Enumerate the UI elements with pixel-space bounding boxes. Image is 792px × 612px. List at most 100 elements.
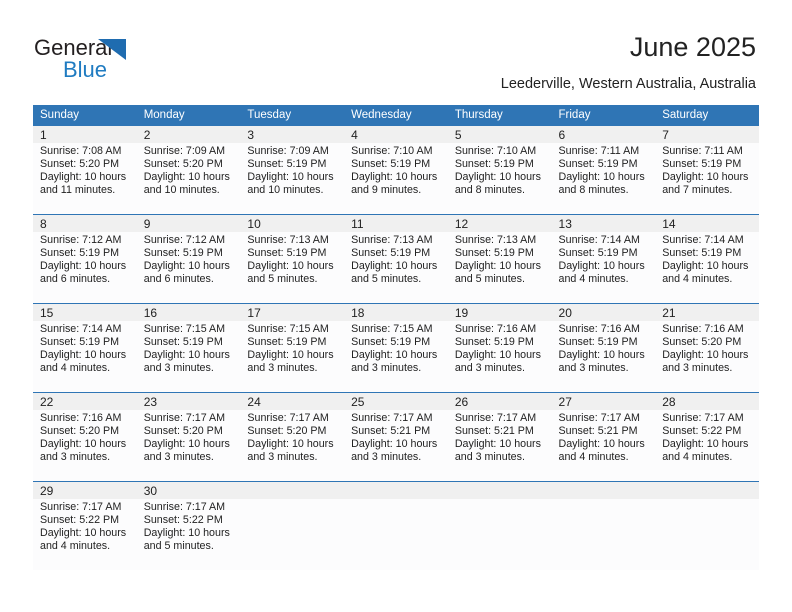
sunset-text: Sunset: 5:20 PM: [143, 157, 223, 170]
logo-text-blue: Blue: [63, 57, 108, 82]
daylight-text: Daylight: 10 hours and 8 minutes.: [558, 170, 645, 196]
day-details: Sunrise: 7:17 AM Sunset: 5:22 PM Daylight:…: [137, 499, 241, 553]
day-number: 21: [655, 304, 759, 321]
day-number: 10: [240, 215, 345, 232]
calendar-day-cell[interactable]: 25 Sunrise: 7:17 AM Sunset: 5:21 PM Dayligh…: [344, 392, 448, 482]
calendar-day-cell[interactable]: 27 Sunrise: 7:17 AM Sunset: 5:21 PM Dayligh…: [551, 392, 656, 482]
calendar-day-cell[interactable]: 24 Sunrise: 7:17 AM Sunset: 5:20 PM Dayligh…: [240, 392, 345, 482]
calendar-day-cell[interactable]: [240, 481, 345, 570]
day-details: Sunrise: 7:17 AM Sunset: 5:21 PM Daylight:…: [552, 410, 656, 464]
calendar-day-cell[interactable]: [344, 481, 448, 570]
sunset-text: Sunset: 5:19 PM: [662, 246, 742, 259]
calendar-day-cell[interactable]: 18 Sunrise: 7:15 AM Sunset: 5:19 PM Dayligh…: [344, 303, 448, 393]
calendar-day-cell[interactable]: 5 Sunrise: 7:10 AM Sunset: 5:19 PM Daylight…: [447, 126, 552, 215]
calendar-day-cell[interactable]: 28 Sunrise: 7:17 AM Sunset: 5:22 PM Dayligh…: [655, 392, 759, 482]
day-number: 24: [240, 393, 345, 410]
day-details: Sunrise: 7:15 AM Sunset: 5:19 PM Daylight:…: [344, 321, 448, 375]
calendar-day-cell[interactable]: 10 Sunrise: 7:13 AM Sunset: 5:19 PM Dayligh…: [240, 214, 345, 304]
calendar-day-cell[interactable]: 4 Sunrise: 7:10 AM Sunset: 5:19 PM Daylight…: [344, 126, 448, 215]
sunrise-text: Sunrise: 7:16 AM: [662, 323, 744, 335]
calendar-day-cell[interactable]: 3 Sunrise: 7:09 AM Sunset: 5:19 PM Daylight…: [240, 126, 345, 215]
weekday-header-sunday: Sunday: [33, 105, 137, 126]
calendar-day-cell[interactable]: 23 Sunrise: 7:17 AM Sunset: 5:20 PM Dayligh…: [136, 392, 241, 482]
day-details: Sunrise: 7:16 AM Sunset: 5:20 PM Daylight:…: [33, 410, 137, 464]
sunset-text: Sunset: 5:19 PM: [143, 335, 223, 348]
calendar-day-cell[interactable]: 11 Sunrise: 7:13 AM Sunset: 5:19 PM Dayligh…: [344, 214, 448, 304]
day-cell-inner: [551, 482, 656, 570]
day-number: 7: [655, 126, 759, 143]
sunrise-text: Sunrise: 7:17 AM: [40, 501, 122, 513]
weekday-header-tuesday: Tuesday: [240, 105, 345, 126]
day-number: 1: [33, 126, 137, 143]
daylight-text: Daylight: 10 hours and 10 minutes.: [143, 170, 230, 196]
sunset-text: Sunset: 5:19 PM: [351, 157, 431, 170]
calendar-day-cell[interactable]: 8 Sunrise: 7:12 AM Sunset: 5:19 PM Daylight…: [33, 214, 137, 304]
day-details: [344, 499, 448, 501]
day-details: Sunrise: 7:17 AM Sunset: 5:21 PM Daylight:…: [344, 410, 448, 464]
day-details: Sunrise: 7:13 AM Sunset: 5:19 PM Daylight:…: [448, 232, 552, 286]
day-details: Sunrise: 7:14 AM Sunset: 5:19 PM Daylight:…: [33, 321, 137, 375]
day-cell-inner: 8 Sunrise: 7:12 AM Sunset: 5:19 PM Daylight…: [33, 215, 137, 303]
day-cell-inner: 13 Sunrise: 7:14 AM Sunset: 5:19 PM Dayligh…: [551, 215, 656, 303]
day-details: Sunrise: 7:17 AM Sunset: 5:20 PM Daylight:…: [240, 410, 344, 464]
day-cell-inner: [447, 482, 552, 570]
day-number: 25: [344, 393, 448, 410]
sunset-text: Sunset: 5:19 PM: [454, 335, 534, 348]
calendar-day-cell[interactable]: 29 Sunrise: 7:17 AM Sunset: 5:22 PM Dayligh…: [33, 481, 137, 570]
page-title: June 2025: [629, 32, 756, 62]
calendar-week-row: 22 Sunrise: 7:16 AM Sunset: 5:20 PM Dayligh…: [33, 392, 759, 482]
day-cell-inner: 22 Sunrise: 7:16 AM Sunset: 5:20 PM Dayligh…: [33, 393, 137, 481]
day-details: Sunrise: 7:16 AM Sunset: 5:19 PM Daylight:…: [448, 321, 552, 375]
calendar-day-cell[interactable]: 2 Sunrise: 7:09 AM Sunset: 5:20 PM Daylight…: [136, 126, 241, 215]
calendar-day-cell[interactable]: 1 Sunrise: 7:08 AM Sunset: 5:20 PM Daylight…: [33, 126, 137, 215]
sunrise-text: Sunrise: 7:14 AM: [558, 234, 640, 246]
sunrise-text: Sunrise: 7:17 AM: [454, 412, 537, 424]
daylight-text: Daylight: 10 hours and 4 minutes.: [558, 259, 645, 285]
calendar-day-cell[interactable]: 20 Sunrise: 7:16 AM Sunset: 5:19 PM Dayligh…: [551, 303, 656, 393]
daylight-text: Daylight: 10 hours and 3 minutes.: [351, 437, 438, 463]
day-cell-inner: 24 Sunrise: 7:17 AM Sunset: 5:20 PM Dayligh…: [240, 393, 345, 481]
calendar-day-cell[interactable]: 26 Sunrise: 7:17 AM Sunset: 5:21 PM Dayligh…: [447, 392, 552, 482]
calendar-day-cell[interactable]: 6 Sunrise: 7:11 AM Sunset: 5:19 PM Daylight…: [551, 126, 656, 215]
calendar-day-cell[interactable]: 22 Sunrise: 7:16 AM Sunset: 5:20 PM Dayligh…: [33, 392, 137, 482]
day-details: Sunrise: 7:09 AM Sunset: 5:19 PM Daylight:…: [240, 143, 344, 197]
day-number: 27: [551, 393, 656, 410]
sunset-text: Sunset: 5:20 PM: [143, 424, 223, 437]
daylight-text: Daylight: 10 hours and 3 minutes.: [454, 348, 541, 374]
calendar-day-cell[interactable]: 9 Sunrise: 7:12 AM Sunset: 5:19 PM Daylight…: [136, 214, 241, 304]
calendar-day-cell[interactable]: 19 Sunrise: 7:16 AM Sunset: 5:19 PM Dayligh…: [447, 303, 552, 393]
calendar-day-cell[interactable]: 12 Sunrise: 7:13 AM Sunset: 5:19 PM Dayligh…: [447, 214, 552, 304]
sunset-text: Sunset: 5:19 PM: [40, 246, 120, 259]
sunrise-text: Sunrise: 7:14 AM: [662, 234, 744, 246]
calendar-day-cell[interactable]: 17 Sunrise: 7:15 AM Sunset: 5:19 PM Dayligh…: [240, 303, 345, 393]
calendar-day-cell[interactable]: [551, 481, 656, 570]
calendar-day-cell[interactable]: 15 Sunrise: 7:14 AM Sunset: 5:19 PM Dayligh…: [33, 303, 137, 393]
calendar-day-cell[interactable]: 21 Sunrise: 7:16 AM Sunset: 5:20 PM Dayligh…: [655, 303, 759, 393]
day-number: 17: [240, 304, 345, 321]
day-details: Sunrise: 7:13 AM Sunset: 5:19 PM Daylight:…: [344, 232, 448, 286]
sunset-text: Sunset: 5:21 PM: [454, 424, 534, 437]
sunset-text: Sunset: 5:19 PM: [558, 246, 638, 259]
sunset-text: Sunset: 5:20 PM: [662, 335, 742, 348]
calendar-day-cell[interactable]: 13 Sunrise: 7:14 AM Sunset: 5:19 PM Dayligh…: [551, 214, 656, 304]
daylight-text: Daylight: 10 hours and 3 minutes.: [143, 437, 230, 463]
day-cell-inner: 21 Sunrise: 7:16 AM Sunset: 5:20 PM Dayligh…: [655, 304, 759, 392]
daylight-text: Daylight: 10 hours and 3 minutes.: [558, 348, 645, 374]
daylight-text: Daylight: 10 hours and 3 minutes.: [143, 348, 230, 374]
calendar-day-cell[interactable]: 16 Sunrise: 7:15 AM Sunset: 5:19 PM Dayligh…: [136, 303, 241, 393]
sunrise-text: Sunrise: 7:13 AM: [454, 234, 537, 246]
day-cell-inner: [655, 482, 759, 570]
day-number: 12: [447, 215, 552, 232]
day-details: Sunrise: 7:11 AM Sunset: 5:19 PM Daylight:…: [655, 143, 759, 197]
calendar-day-cell[interactable]: [655, 481, 759, 570]
calendar-day-cell[interactable]: 30 Sunrise: 7:17 AM Sunset: 5:22 PM Dayligh…: [136, 481, 241, 570]
day-number: 3: [240, 126, 345, 143]
daylight-text: Daylight: 10 hours and 11 minutes.: [40, 170, 127, 196]
calendar-day-cell[interactable]: 7 Sunrise: 7:11 AM Sunset: 5:19 PM Daylight…: [655, 126, 759, 215]
sunset-text: Sunset: 5:19 PM: [247, 157, 327, 170]
day-details: Sunrise: 7:14 AM Sunset: 5:19 PM Daylight:…: [655, 232, 759, 286]
calendar-header-row: Sunday Monday Tuesday Wednesday Thursday…: [33, 105, 759, 126]
calendar-day-cell[interactable]: 14 Sunrise: 7:14 AM Sunset: 5:19 PM Dayligh…: [655, 214, 759, 304]
page-subtitle-location: Leederville, Western Australia, Australi…: [500, 76, 756, 92]
calendar-day-cell[interactable]: [447, 481, 552, 570]
